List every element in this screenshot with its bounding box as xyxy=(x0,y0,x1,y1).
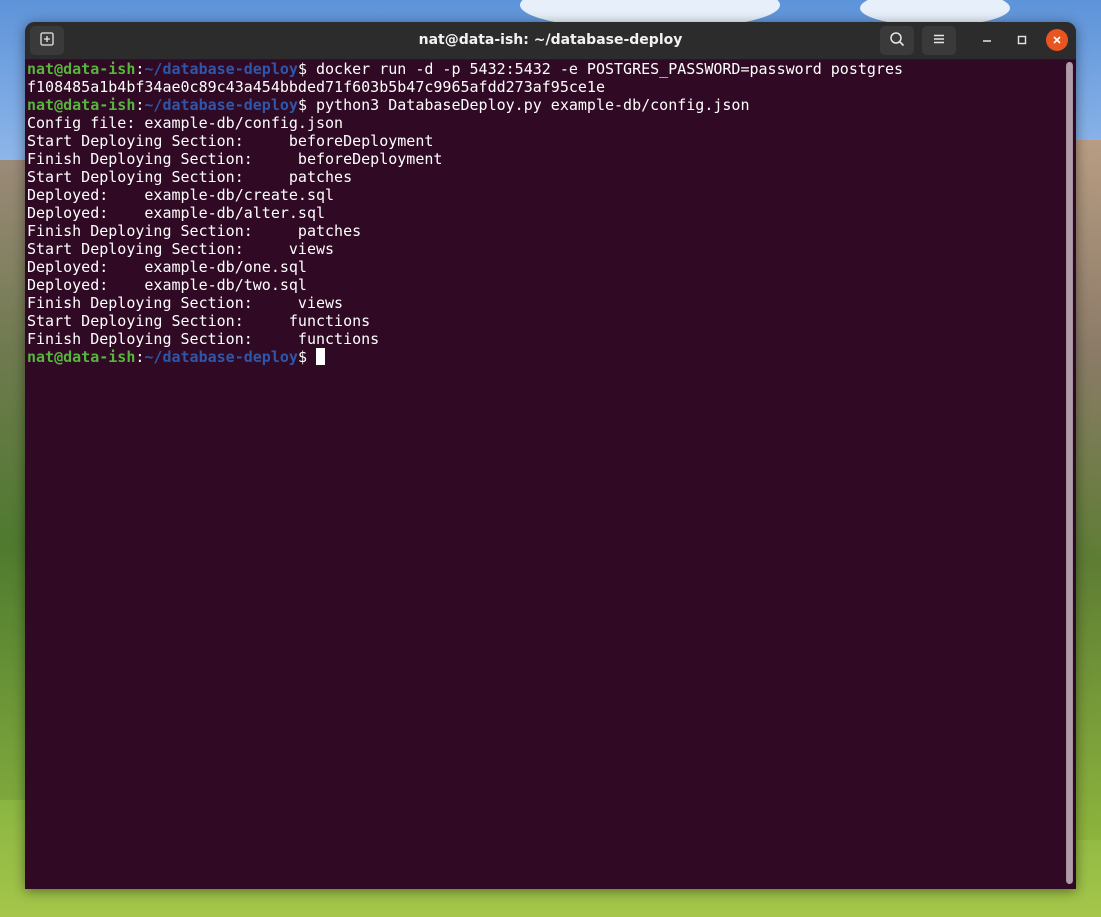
output-line: Deployed: example-db/create.sql xyxy=(27,186,1067,204)
output-line: Start Deploying Section: views xyxy=(27,240,1067,258)
search-button[interactable] xyxy=(880,26,914,55)
output-line: Deployed: example-db/alter.sql xyxy=(27,204,1067,222)
output-line: Config file: example-db/config.json xyxy=(27,114,1067,132)
maximize-button[interactable] xyxy=(1011,29,1033,51)
prompt-line: nat@data-ish:~/database-deploy$ xyxy=(27,348,1067,366)
output-text: Finish Deploying Section: views xyxy=(27,294,344,312)
output-text: Config file: example-db/config.json xyxy=(27,114,344,132)
output-text: Finish Deploying Section: patches xyxy=(27,222,362,240)
output-line: f108485a1b4bf34ae0c89c43a454bbded71f603b… xyxy=(27,78,1067,96)
minimize-button[interactable] xyxy=(976,29,998,51)
close-button[interactable] xyxy=(1046,29,1068,51)
prompt-user-host: nat@data-ish xyxy=(27,60,136,78)
output-text: f108485a1b4bf34ae0c89c43a454bbded71f603b… xyxy=(27,78,605,96)
output-text: Start Deploying Section: views xyxy=(27,240,335,258)
terminal-output[interactable]: nat@data-ish:~/database-deploy$ docker r… xyxy=(25,60,1067,889)
prompt-path: ~/database-deploy xyxy=(144,348,298,366)
text-cursor xyxy=(316,348,325,365)
prompt-symbol: $ xyxy=(297,348,307,366)
prompt-path: ~/database-deploy xyxy=(144,96,298,114)
close-icon xyxy=(1051,31,1063,50)
output-text: Finish Deploying Section: beforeDeployme… xyxy=(27,150,443,168)
output-text: Start Deploying Section: patches xyxy=(27,168,353,186)
output-text: Deployed: example-db/two.sql xyxy=(27,276,307,294)
menu-button[interactable] xyxy=(922,26,956,55)
prompt-line: nat@data-ish:~/database-deploy$ docker r… xyxy=(27,60,1067,78)
output-text: Start Deploying Section: functions xyxy=(27,312,371,330)
output-line: Start Deploying Section: beforeDeploymen… xyxy=(27,132,1067,150)
prompt-symbol: $ xyxy=(297,60,307,78)
command-text: python3 DatabaseDeploy.py example-db/con… xyxy=(306,96,750,114)
output-line: Deployed: example-db/two.sql xyxy=(27,276,1067,294)
minimize-icon xyxy=(981,31,993,50)
output-line: Finish Deploying Section: patches xyxy=(27,222,1067,240)
terminal-window: nat@data-ish: ~/database-deploy nat@data… xyxy=(25,22,1076,889)
output-text: Finish Deploying Section: functions xyxy=(27,330,380,348)
prompt-line: nat@data-ish:~/database-deploy$ python3 … xyxy=(27,96,1067,114)
title-bar[interactable]: nat@data-ish: ~/database-deploy xyxy=(25,22,1076,60)
output-line: Finish Deploying Section: beforeDeployme… xyxy=(27,150,1067,168)
output-line: Start Deploying Section: functions xyxy=(27,312,1067,330)
search-icon xyxy=(889,31,905,51)
prompt-user-host: nat@data-ish xyxy=(27,96,136,114)
output-line: Start Deploying Section: patches xyxy=(27,168,1067,186)
window-title: nat@data-ish: ~/database-deploy xyxy=(418,32,683,48)
command-text xyxy=(307,348,316,366)
output-text: Deployed: example-db/create.sql xyxy=(27,186,335,204)
prompt-user-host: nat@data-ish xyxy=(27,348,136,366)
output-text: Start Deploying Section: beforeDeploymen… xyxy=(27,132,434,150)
output-line: Deployed: example-db/one.sql xyxy=(27,258,1067,276)
prompt-path: ~/database-deploy xyxy=(144,60,298,78)
output-line: Finish Deploying Section: views xyxy=(27,294,1067,312)
maximize-icon xyxy=(1016,31,1028,50)
output-line: Finish Deploying Section: functions xyxy=(27,330,1067,348)
output-text: Deployed: example-db/one.sql xyxy=(27,258,307,276)
command-text: docker run -d -p 5432:5432 -e POSTGRES_P… xyxy=(306,60,903,78)
scrollbar-thumb[interactable] xyxy=(1066,62,1073,884)
prompt-symbol: $ xyxy=(297,96,307,114)
hamburger-menu-icon xyxy=(932,31,946,50)
output-text: Deployed: example-db/alter.sql xyxy=(27,204,326,222)
